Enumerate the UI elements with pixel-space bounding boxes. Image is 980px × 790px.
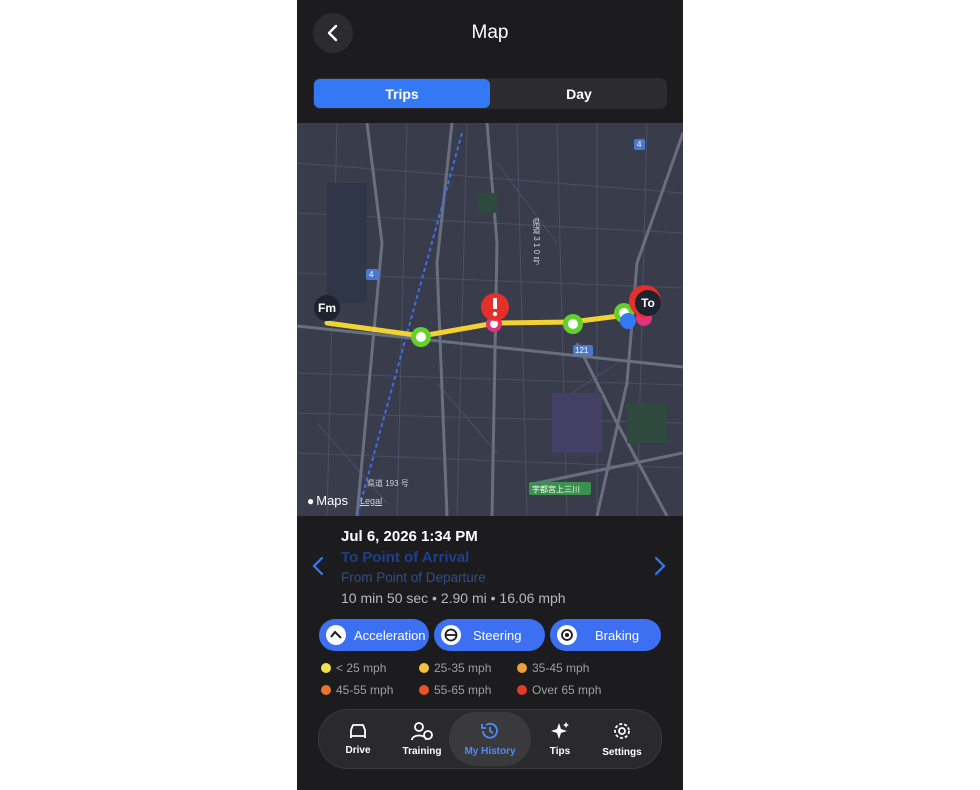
braking-label: Braking	[595, 627, 640, 643]
road-name-label: 県道 193 号	[367, 479, 409, 488]
steering-button[interactable]: Steering	[434, 619, 545, 651]
bottom-tab-bar: Drive Training My History Tips Settings	[318, 709, 662, 769]
tab-tips[interactable]: Tips	[529, 712, 591, 766]
legend-dot	[419, 685, 429, 695]
sparkles-icon	[551, 722, 569, 739]
next-trip-chevron-icon[interactable]	[649, 556, 669, 576]
road-shield-label: 4	[369, 270, 374, 279]
tab-trips[interactable]: Trips	[314, 79, 490, 108]
gear-icon	[614, 723, 630, 739]
trip-date: Jul 6, 2026 1:34 PM	[341, 528, 478, 545]
legend-dot	[419, 663, 429, 673]
legend-label: Over 65 mph	[532, 683, 602, 697]
legend-label: < 25 mph	[336, 661, 387, 675]
history-clock-icon	[481, 722, 498, 739]
legend-item: 45-55 mph	[321, 683, 393, 697]
braking-button[interactable]: Braking	[550, 619, 661, 651]
training-icon	[411, 722, 433, 741]
tab-tips-label: Tips	[549, 746, 571, 757]
trip-destination: To Point of Arrival	[341, 549, 470, 566]
trips-day-segmented-control: Trips Day	[313, 78, 667, 109]
tab-day[interactable]: Day	[491, 78, 667, 109]
road-shield-label: 4	[637, 140, 642, 149]
legend-label: 25-35 mph	[434, 661, 492, 675]
tab-training[interactable]: Training	[391, 712, 453, 766]
brake-icon	[557, 625, 577, 645]
legend-item: < 25 mph	[321, 661, 386, 675]
maps-brand: Maps	[316, 493, 349, 508]
trip-map[interactable]: 4 4 121 県道 193 号 宇都宮上三川 県道 3 1 0 号 Fm To…	[297, 123, 683, 516]
start-pin[interactable]: Fm	[314, 295, 340, 321]
tab-my-history[interactable]: My History	[449, 712, 531, 766]
acceleration-button[interactable]: Acceleration	[319, 619, 429, 651]
tab-drive[interactable]: Drive	[327, 712, 389, 766]
legal-link[interactable]: Legal	[360, 496, 382, 506]
legend-label: 45-55 mph	[336, 683, 394, 697]
legend-item: 55-65 mph	[419, 683, 491, 697]
tab-settings-label: Settings	[602, 747, 642, 758]
tab-drive-label: Drive	[345, 745, 371, 756]
page-title: Map	[471, 22, 509, 43]
legend-label: 55-65 mph	[434, 683, 492, 697]
steering-wheel-icon	[441, 625, 461, 645]
tab-training-label: Training	[402, 746, 442, 757]
steering-label: Steering	[473, 627, 522, 643]
acceleration-icon	[326, 625, 346, 645]
legend-item: 35-45 mph	[517, 661, 589, 675]
legend-item: Over 65 mph	[517, 683, 601, 697]
legend-dot	[321, 663, 331, 673]
road-shield-label: 121	[575, 346, 589, 355]
legend-dot	[517, 685, 527, 695]
apple-icon: ●	[307, 493, 315, 508]
tab-my-history-label: My History	[464, 746, 516, 757]
station-label: 宇都宮上三川	[532, 485, 580, 494]
acceleration-label: Acceleration	[354, 627, 426, 643]
previous-trip-chevron-icon[interactable]	[309, 556, 329, 576]
tab-settings[interactable]: Settings	[591, 712, 653, 766]
road-name-label: 県道 3 1 0 号	[532, 218, 541, 265]
map-attribution: ● Maps Legal	[307, 493, 382, 508]
legend-item: 25-35 mph	[419, 661, 491, 675]
trip-origin: From Point of Departure	[341, 570, 486, 585]
legend-label: 35-45 mph	[532, 661, 590, 675]
legend-dot	[321, 685, 331, 695]
phone-screen: Map Trips Day 4 4 121 県道 193 号 宇都宮上三川 県道…	[297, 0, 683, 790]
map-canvas	[297, 123, 683, 516]
trip-stats: 10 min 50 sec • 2.90 mi • 16.06 mph	[341, 590, 566, 606]
legend-dot	[517, 663, 527, 673]
end-pin[interactable]: To	[635, 290, 661, 316]
car-icon	[350, 724, 366, 738]
